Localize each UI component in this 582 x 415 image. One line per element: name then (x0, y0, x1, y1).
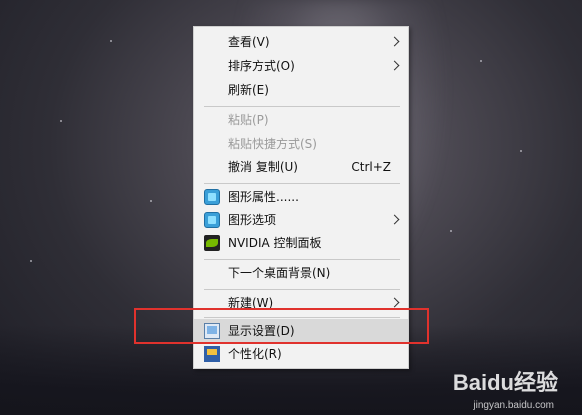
menu-item-label: 刷新(E) (228, 83, 269, 97)
watermark-brand: Baidu经验 (452, 370, 558, 395)
menu-item-view[interactable]: 查看(V) (194, 30, 408, 54)
watermark-logo: Baidu经验 (453, 365, 558, 397)
menu-item-graphics-options[interactable]: 图形选项 (194, 208, 408, 232)
chevron-right-icon (389, 297, 400, 308)
star (110, 40, 112, 42)
menu-item-label: 粘贴快捷方式(S) (228, 137, 317, 151)
watermark-url: jingyan.baidu.com (473, 400, 554, 411)
star (520, 150, 522, 152)
menu-item-label: 撤消 复制(U) (228, 160, 298, 174)
menu-item-paste[interactable]: 粘贴(P) (194, 108, 408, 132)
personalize-icon (204, 346, 220, 362)
star (450, 230, 452, 232)
menu-item-sort-by[interactable]: 排序方式(O) (194, 54, 408, 78)
star (30, 260, 32, 262)
chevron-right-icon (389, 60, 400, 71)
menu-separator (204, 289, 400, 290)
star (60, 120, 62, 122)
menu-item-label: 查看(V) (228, 35, 270, 49)
menu-item-graphics-properties[interactable]: 图形属性...... (194, 185, 408, 209)
menu-item-label: 图形属性...... (228, 190, 299, 204)
chevron-right-icon (389, 214, 400, 225)
menu-item-shortcut: Ctrl+Z (351, 160, 391, 174)
chevron-right-icon (389, 36, 400, 47)
intel-graphics-icon (204, 189, 220, 205)
menu-separator (204, 106, 400, 107)
menu-item-label: 个性化(R) (228, 347, 282, 361)
intel-graphics-icon (204, 212, 220, 228)
menu-separator (204, 259, 400, 260)
nvidia-icon (204, 235, 220, 251)
star (480, 60, 482, 62)
menu-item-next-desktop-background[interactable]: 下一个桌面背景(N) (194, 261, 408, 285)
menu-item-refresh[interactable]: 刷新(E) (194, 78, 408, 102)
menu-item-personalize[interactable]: 个性化(R) (194, 342, 408, 366)
menu-item-label: NVIDIA 控制面板 (228, 236, 322, 250)
menu-item-nvidia-control-panel[interactable]: NVIDIA 控制面板 (194, 231, 408, 255)
highlight-annotation-box (134, 308, 429, 344)
menu-item-undo-copy[interactable]: 撤消 复制(U) Ctrl+Z (194, 155, 408, 179)
menu-item-label: 排序方式(O) (228, 59, 295, 73)
menu-separator (204, 183, 400, 184)
star (150, 200, 152, 202)
menu-item-label: 下一个桌面背景(N) (228, 266, 331, 280)
menu-item-label: 图形选项 (228, 213, 277, 227)
menu-item-paste-shortcut[interactable]: 粘贴快捷方式(S) (194, 132, 408, 156)
menu-item-label: 粘贴(P) (228, 113, 269, 127)
